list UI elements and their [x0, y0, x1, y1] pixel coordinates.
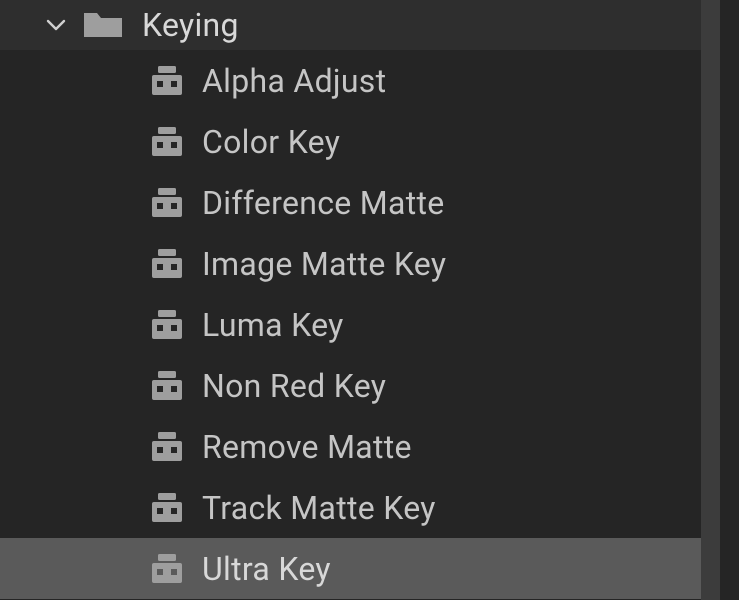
- effect-label: Track Matte Key: [202, 489, 436, 527]
- vertical-scrollbar[interactable]: [701, 0, 720, 600]
- effect-label: Luma Key: [202, 306, 344, 344]
- effect-item-difference-matte[interactable]: Difference Matte: [0, 172, 720, 233]
- effect-label: Difference Matte: [202, 184, 445, 222]
- effect-label: Ultra Key: [202, 550, 331, 588]
- preset-icon: [150, 249, 184, 279]
- chevron-down-icon: [44, 13, 68, 37]
- folder-icon: [82, 11, 124, 39]
- preset-icon: [150, 554, 184, 584]
- effect-label: Non Red Key: [202, 367, 386, 405]
- preset-icon: [150, 66, 184, 96]
- category-label: Keying: [142, 6, 239, 44]
- preset-icon: [150, 493, 184, 523]
- effect-item-non-red-key[interactable]: Non Red Key: [0, 355, 720, 416]
- effect-label: Color Key: [202, 123, 340, 161]
- preset-icon: [150, 127, 184, 157]
- preset-icon: [150, 310, 184, 340]
- effect-label: Alpha Adjust: [202, 62, 386, 100]
- effect-label: Remove Matte: [202, 428, 412, 466]
- effect-item-remove-matte[interactable]: Remove Matte: [0, 416, 720, 477]
- effect-item-color-key[interactable]: Color Key: [0, 111, 720, 172]
- effect-item-luma-key[interactable]: Luma Key: [0, 294, 720, 355]
- effects-panel: Keying Alpha Adjust Color Key Difference…: [0, 0, 720, 600]
- effects-list: Alpha Adjust Color Key Difference Matte …: [0, 50, 720, 599]
- preset-icon: [150, 432, 184, 462]
- preset-icon: [150, 371, 184, 401]
- effect-item-alpha-adjust[interactable]: Alpha Adjust: [0, 50, 720, 111]
- effect-item-track-matte-key[interactable]: Track Matte Key: [0, 477, 720, 538]
- effect-item-ultra-key[interactable]: Ultra Key: [0, 538, 720, 599]
- effect-item-image-matte-key[interactable]: Image Matte Key: [0, 233, 720, 294]
- preset-icon: [150, 188, 184, 218]
- effect-label: Image Matte Key: [202, 245, 446, 283]
- category-row-keying[interactable]: Keying: [0, 0, 720, 50]
